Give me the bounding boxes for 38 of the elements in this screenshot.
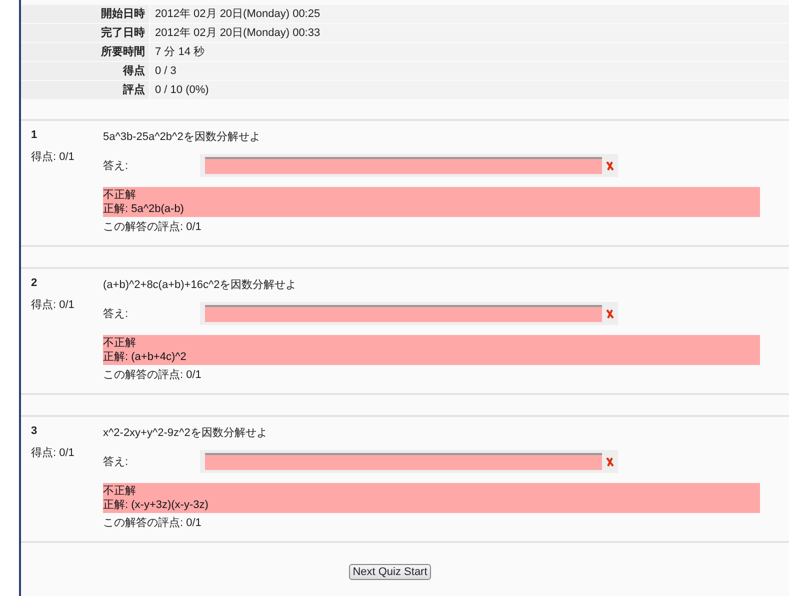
question-number: 2 — [31, 277, 38, 289]
cross-icon — [606, 160, 614, 170]
summary-value: 2012年 02月 20日(Monday) 00:33 — [150, 24, 789, 42]
cross-icon — [606, 308, 614, 318]
summary-value: 7 分 14 秒 — [150, 43, 789, 61]
question-text: x^2-2xy+y^2-9z^2を因数分解せよ — [103, 426, 268, 440]
question-text: (a+b)^2+8c(a+b)+16c^2を因数分解せよ — [103, 278, 298, 292]
correct-answer: 正解: (x-y+3z)(x-y-3z) — [103, 498, 210, 512]
summary-value: 0 / 3 — [150, 62, 789, 80]
summary-label: 開始日時 — [21, 5, 149, 23]
summary-label: 所要時間 — [21, 43, 149, 61]
feedback-result: 不正解 — [103, 188, 137, 202]
answer-grade: この解答の評点: 0/1 — [103, 220, 202, 234]
feedback-result: 不正解 — [103, 336, 137, 350]
question-number: 1 — [31, 129, 38, 141]
answer-label: 答え: — [103, 307, 130, 321]
question-score: 得点: 0/1 — [31, 298, 76, 312]
answer-label: 答え: — [103, 455, 130, 469]
question-number: 3 — [31, 425, 38, 437]
correct-answer: 正解: 5a^2b(a-b) — [103, 202, 185, 216]
question-text: 5a^3b-25a^2b^2を因数分解せよ — [103, 130, 262, 144]
summary-label: 評点 — [21, 81, 149, 99]
next-quiz-button[interactable]: Next Quiz Start — [348, 564, 432, 580]
summary-label: 完了日時 — [21, 24, 149, 42]
cross-icon — [606, 456, 614, 466]
correct-answer: 正解: (a+b+4c)^2 — [103, 350, 188, 364]
summary-label: 得点 — [21, 62, 149, 80]
answer-field[interactable] — [205, 453, 602, 470]
answer-label: 答え: — [103, 159, 130, 173]
summary-value: 2012年 02月 20日(Monday) 00:25 — [150, 5, 789, 23]
answer-field[interactable] — [205, 157, 602, 174]
question-score: 得点: 0/1 — [31, 150, 76, 164]
answer-field[interactable] — [205, 305, 602, 322]
summary-value: 0 / 10 (0%) — [150, 81, 789, 99]
answer-grade: この解答の評点: 0/1 — [103, 516, 202, 530]
answer-grade: この解答の評点: 0/1 — [103, 368, 202, 382]
question-score: 得点: 0/1 — [31, 446, 76, 460]
feedback-result: 不正解 — [103, 484, 137, 498]
